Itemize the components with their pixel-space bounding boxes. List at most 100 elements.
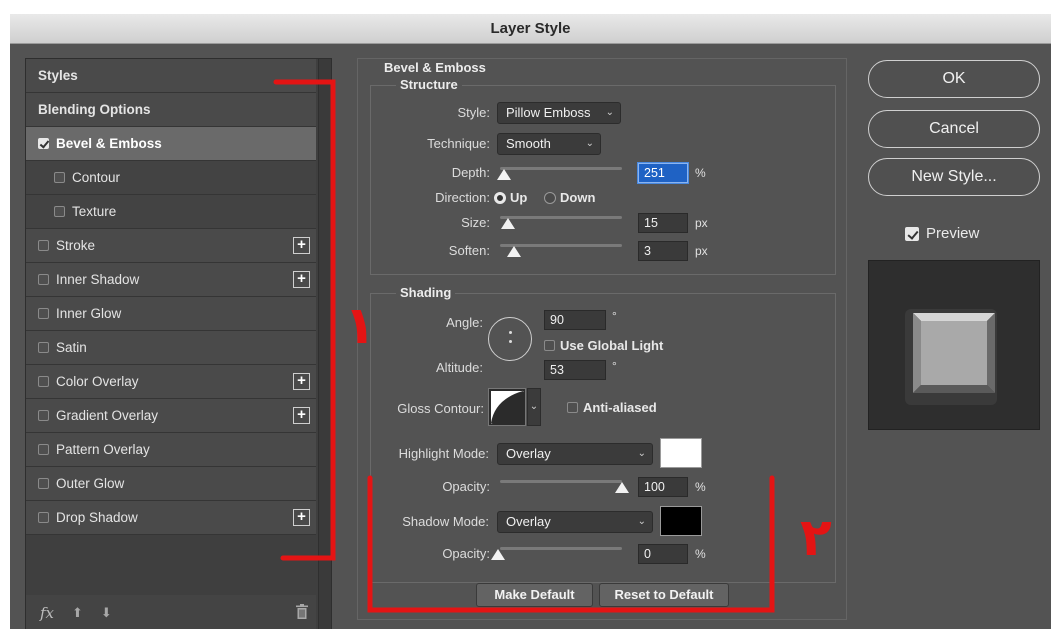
style-checkbox[interactable]	[54, 206, 65, 217]
style-checkbox[interactable]	[38, 342, 49, 353]
style-checkbox[interactable]	[38, 274, 49, 285]
depth-input[interactable]: 251	[637, 162, 689, 184]
soften-input[interactable]: 3	[638, 241, 688, 261]
size-unit: px	[695, 216, 708, 230]
style-dropdown[interactable]: Pillow Emboss ⌄	[497, 102, 621, 124]
technique-dropdown[interactable]: Smooth ⌄	[497, 133, 601, 155]
highlight-mode-dropdown[interactable]: Overlay ⌄	[497, 443, 653, 465]
highlight-opacity-unit: %	[695, 480, 706, 494]
make-default-button[interactable]: Make Default	[476, 583, 593, 607]
style-item-color-overlay[interactable]: Color Overlay +	[26, 365, 316, 399]
style-item-label: Color Overlay	[56, 374, 139, 389]
style-item-label: Outer Glow	[56, 476, 125, 491]
depth-slider[interactable]	[497, 167, 622, 180]
angle-dial[interactable]	[488, 317, 532, 361]
window-title: Layer Style	[10, 14, 1051, 44]
cancel-button[interactable]: Cancel	[868, 110, 1040, 148]
style-item-label: Satin	[56, 340, 87, 355]
chevron-down-icon: ⌄	[637, 448, 646, 459]
reset-default-button[interactable]: Reset to Default	[599, 583, 729, 607]
style-item-label: Pattern Overlay	[56, 442, 150, 457]
style-checkbox[interactable]	[38, 478, 49, 489]
style-checkbox[interactable]	[38, 444, 49, 455]
style-item-label: Bevel & Emboss	[56, 136, 162, 151]
size-slider[interactable]	[500, 216, 622, 229]
angle-unit: °	[612, 309, 617, 323]
add-effect-plus-icon[interactable]: +	[293, 373, 310, 390]
size-slider-thumb[interactable]	[501, 218, 515, 229]
chevron-down-icon: ⌄	[605, 107, 614, 118]
style-item-bevel-emboss[interactable]: Bevel & Emboss	[26, 127, 316, 161]
style-checkbox[interactable]	[38, 512, 49, 523]
anti-aliased-checkbox[interactable]	[567, 402, 578, 413]
style-checkbox[interactable]	[54, 172, 65, 183]
style-checkbox[interactable]	[38, 376, 49, 387]
highlight-color-swatch[interactable]	[660, 438, 702, 468]
preview-checkbox[interactable]	[905, 226, 919, 241]
add-effect-plus-icon[interactable]: +	[293, 509, 310, 526]
shadow-color-swatch[interactable]	[660, 506, 702, 536]
add-effect-plus-icon[interactable]: +	[293, 271, 310, 288]
arrow-up-icon[interactable]: ⬆	[72, 605, 83, 621]
size-label: Size:	[461, 215, 490, 230]
highlight-opacity-thumb[interactable]	[615, 482, 629, 493]
style-preview	[868, 260, 1040, 430]
altitude-unit: °	[612, 359, 617, 373]
style-item-drop-shadow[interactable]: Drop Shadow +	[26, 501, 316, 535]
style-item-contour[interactable]: Contour	[26, 161, 316, 195]
style-item-inner-glow[interactable]: Inner Glow	[26, 297, 316, 331]
add-effect-plus-icon[interactable]: +	[293, 407, 310, 424]
size-input[interactable]: 15	[638, 213, 688, 233]
soften-slider-thumb[interactable]	[507, 246, 521, 257]
style-item-pattern-overlay[interactable]: Pattern Overlay	[26, 433, 316, 467]
preview-label: Preview	[926, 225, 980, 242]
styles-list-panel: Styles Blending Options Bevel & Emboss Con…	[25, 58, 332, 629]
shadow-mode-label: Shadow Mode:	[402, 514, 489, 529]
style-item-gradient-overlay[interactable]: Gradient Overlay +	[26, 399, 316, 433]
highlight-opacity-input[interactable]: 100	[638, 477, 688, 497]
shadow-opacity-thumb[interactable]	[491, 549, 505, 560]
altitude-label: Altitude:	[436, 360, 483, 375]
gloss-contour-dropdown[interactable]: ⌄	[527, 388, 541, 426]
chevron-down-icon: ⌄	[585, 138, 594, 149]
technique-label: Technique:	[427, 136, 490, 151]
shadow-opacity-label: Opacity:	[442, 546, 490, 561]
direction-up-radio[interactable]	[494, 192, 506, 204]
style-item-stroke[interactable]: Stroke +	[26, 229, 316, 263]
shadow-opacity-unit: %	[695, 547, 706, 561]
ok-button[interactable]: OK	[868, 60, 1040, 98]
style-checkbox[interactable]	[38, 410, 49, 421]
add-effect-plus-icon[interactable]: +	[293, 237, 310, 254]
styles-list-header[interactable]: Styles	[26, 59, 316, 93]
highlight-mode-value: Overlay	[506, 446, 551, 461]
angle-input[interactable]: 90	[544, 310, 606, 330]
style-item-blending-options[interactable]: Blending Options	[26, 93, 316, 127]
style-checkbox[interactable]	[38, 138, 49, 149]
direction-down-radio[interactable]	[544, 192, 556, 204]
highlight-opacity-slider[interactable]	[500, 480, 629, 493]
gloss-contour-preview[interactable]	[488, 388, 526, 426]
fx-icon[interactable]: fx	[40, 604, 54, 622]
new-style-button[interactable]: New Style...	[868, 158, 1040, 196]
style-checkbox[interactable]	[38, 308, 49, 319]
arrow-down-icon[interactable]: ⬇	[101, 605, 112, 621]
shadow-opacity-input[interactable]: 0	[638, 544, 688, 564]
altitude-input[interactable]: 53	[544, 360, 606, 380]
style-item-inner-shadow[interactable]: Inner Shadow +	[26, 263, 316, 297]
style-item-outer-glow[interactable]: Outer Glow	[26, 467, 316, 501]
soften-slider[interactable]	[500, 244, 622, 257]
use-global-light-checkbox[interactable]	[544, 340, 555, 351]
shadow-opacity-slider[interactable]	[491, 547, 622, 560]
annotation-number-2: ٢	[800, 508, 832, 568]
shading-title: Shading	[396, 285, 456, 300]
styles-list-scrollbar[interactable]	[318, 59, 331, 629]
highlight-mode-label: Highlight Mode:	[398, 446, 489, 461]
style-checkbox[interactable]	[38, 240, 49, 251]
style-item-texture[interactable]: Texture	[26, 195, 316, 229]
depth-slider-thumb[interactable]	[497, 169, 511, 180]
preview-toggle[interactable]: Preview	[905, 225, 979, 242]
trash-icon[interactable]	[296, 604, 308, 619]
styles-header-label: Styles	[38, 68, 78, 83]
style-item-satin[interactable]: Satin	[26, 331, 316, 365]
shadow-mode-dropdown[interactable]: Overlay ⌄	[497, 511, 653, 533]
